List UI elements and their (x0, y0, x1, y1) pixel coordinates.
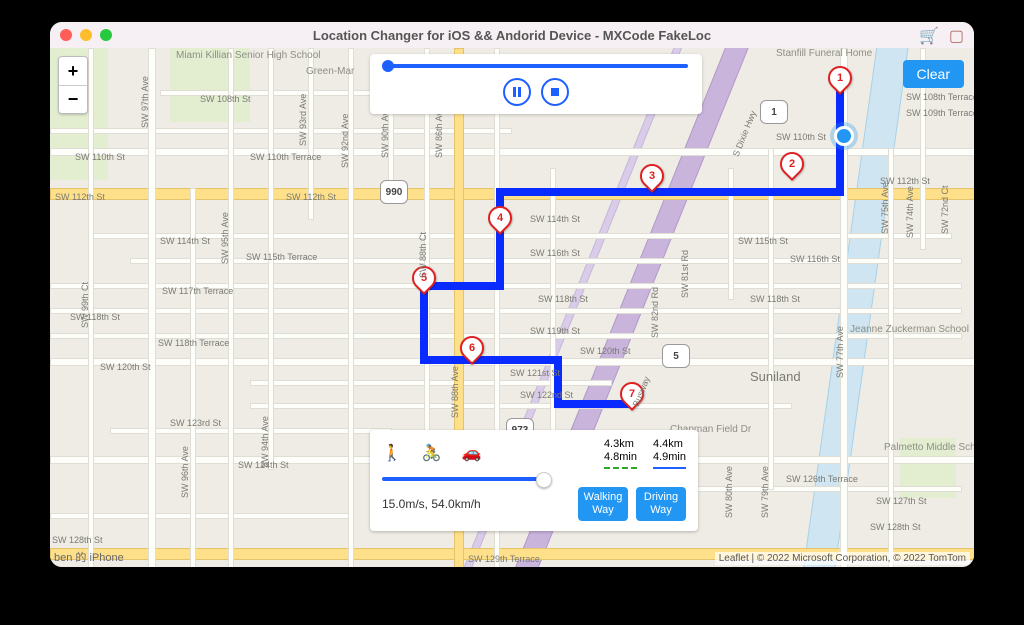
street-label: SW 112th St (286, 192, 336, 202)
stop-button[interactable] (541, 78, 569, 106)
car-icon[interactable]: 🚗 (462, 443, 482, 463)
map-attribution: Leaflet | © 2022 Microsoft Corporation, … (715, 552, 970, 565)
maximize-icon[interactable] (100, 29, 112, 41)
route-shield: 5 (662, 344, 690, 368)
street-label: SW 115th Terrace (246, 252, 317, 262)
zoom-out-button[interactable]: − (59, 85, 87, 113)
street-label: SW 77th Ave (835, 326, 845, 378)
route-segment (554, 400, 632, 408)
playback-panel (370, 54, 702, 114)
street-label: SW 116th St (790, 254, 840, 264)
street-label: SW 96th Ave (180, 446, 190, 498)
speed-slider[interactable] (382, 477, 546, 481)
route-segment (420, 356, 558, 364)
street-label: SW 128th St (870, 522, 921, 532)
street-label: SW 99th Ct (80, 282, 90, 328)
progress-thumb[interactable] (382, 60, 394, 72)
street-label: SW 88th Ave (450, 366, 460, 418)
pause-button[interactable] (503, 78, 531, 106)
walking-metrics: 4.3km 4.8min (604, 438, 637, 468)
place-label: Palmetto Middle School (884, 442, 944, 453)
street-label: SW 109th Terrace (906, 108, 974, 118)
street-label: SW 110th Terrace (250, 152, 321, 162)
route-shield: 1 (760, 100, 788, 124)
driving-way-button[interactable]: Driving Way (636, 487, 686, 521)
walking-way-button[interactable]: Walking Way (578, 487, 628, 521)
street-label: SW 117th Terrace (162, 286, 233, 296)
street-label: SW 94th Ave (260, 416, 270, 468)
street-label: SW 110th St (75, 152, 125, 162)
device-tag: ben 的 iPhone (54, 549, 124, 565)
speed-panel: 🚶 🚴 🚗 4.3km 4.8min 4.4km 4.9min (370, 430, 698, 531)
street-label: SW 108th Terrace (906, 92, 974, 102)
clear-button[interactable]: Clear (903, 60, 964, 88)
street-label: SW 118th St (538, 294, 588, 304)
street-label: SW 74th Ave (905, 186, 915, 238)
place-label: Stanfill Funeral Home (776, 48, 872, 59)
place-label: Green-Mar (306, 66, 354, 77)
street-label: SW 82nd Rd (650, 287, 660, 338)
street-label: SW 81st Rd (680, 250, 690, 298)
speed-thumb[interactable] (536, 472, 552, 488)
map-canvas[interactable]: 1 2 3 4 5 6 7 990 1 5 973 SW 108th St SW… (50, 48, 974, 567)
route-shield: 990 (380, 180, 408, 204)
street-label: SW 114th St (160, 236, 210, 246)
street-label: SW 95th Ave (220, 212, 230, 264)
cart-icon[interactable]: 🛒 (919, 26, 939, 46)
waypoint-pin[interactable]: 1 (823, 61, 857, 95)
app-window: Location Changer for iOS && Andorid Devi… (50, 22, 974, 567)
walk-icon[interactable]: 🚶 (382, 443, 402, 463)
street-label: SW 112th St (55, 192, 105, 202)
street-label: SW 92nd Ave (340, 114, 350, 168)
driving-metrics: 4.4km 4.9min (653, 438, 686, 468)
street-label: SW 115th St (738, 236, 788, 246)
minimize-icon[interactable] (80, 29, 92, 41)
bike-icon[interactable]: 🚴 (422, 443, 442, 463)
street-label: SW 121st St (510, 368, 560, 378)
street-label: SW 129th Terrace (468, 554, 540, 564)
titlebar: Location Changer for iOS && Andorid Devi… (50, 22, 974, 48)
chat-icon[interactable]: ▢ (949, 26, 964, 46)
street-label: SW 93rd Ave (298, 94, 308, 146)
window-title: Location Changer for iOS && Andorid Devi… (50, 28, 974, 43)
speed-readout: 15.0m/s, 54.0km/h (382, 497, 481, 511)
street-label: SW 97th Ave (140, 76, 150, 128)
progress-slider[interactable] (384, 64, 688, 68)
zoom-control: + − (58, 56, 88, 114)
street-label: SW 108th St (200, 94, 251, 104)
street-label: SW 120th St (580, 346, 631, 356)
street-label: SW 88th Ct (418, 232, 428, 278)
street-label: SW 80th Ave (724, 466, 734, 518)
street-label: SW 72nd Ct (940, 185, 950, 234)
street-label: SW 127th St (876, 496, 927, 506)
street-label: SW 118th Terrace (158, 338, 229, 348)
route-segment (496, 188, 504, 286)
place-label: Suniland (750, 370, 801, 384)
street-label: SW 120th St (100, 362, 151, 372)
street-label: SW 75th Ave (880, 182, 890, 234)
close-icon[interactable] (60, 29, 72, 41)
waypoint-pin[interactable]: 4 (483, 201, 517, 235)
place-label: Miami Killian Senior High School (176, 50, 236, 61)
street-label: SW 110th St (776, 132, 826, 142)
street-label: SW 122nd St (520, 390, 573, 400)
current-location-icon (834, 126, 854, 146)
street-label: SW 116th St (530, 248, 580, 258)
street-label: SW 123rd St (170, 418, 221, 428)
street-label: SW 79th Ave (760, 466, 770, 518)
street-label: SW 128th St (52, 535, 103, 545)
street-label: SW 126th Terrace (786, 474, 858, 484)
street-label: SW 118th St (750, 294, 800, 304)
street-label: SW 118th St (70, 312, 120, 322)
street-label: SW 119th St (530, 326, 580, 336)
window-controls (60, 29, 112, 41)
route-segment (496, 188, 844, 196)
place-label: Jeanne Zuckerman School (850, 324, 920, 335)
zoom-in-button[interactable]: + (59, 57, 87, 85)
street-label: SW 114th St (530, 214, 580, 224)
